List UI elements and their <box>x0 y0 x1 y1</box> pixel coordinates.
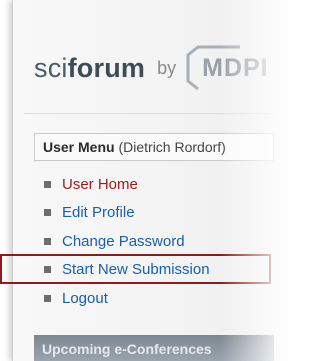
menu-item-label: Change Password <box>62 232 185 250</box>
bullet-icon <box>44 237 51 245</box>
logo-row: sciforum by MDPI <box>34 38 269 98</box>
divider <box>24 113 274 114</box>
user-name: (Dietrich Rordorf) <box>118 139 226 155</box>
menu-item-label: Start New Submission <box>62 261 210 279</box>
menu-item-label: User Home <box>62 175 138 193</box>
user-menu-list: User Home Edit Profile Change Password S… <box>44 170 210 313</box>
bullet-icon <box>44 266 51 274</box>
menu-item-edit-profile[interactable]: Edit Profile <box>44 199 210 228</box>
logo-forum: forum <box>67 52 146 83</box>
mdpi-text: MDPI <box>202 53 269 82</box>
bullet-icon <box>44 294 51 302</box>
by-label: by <box>157 57 177 78</box>
menu-item-change-password[interactable]: Change Password <box>44 227 210 256</box>
bullet-icon <box>44 209 51 217</box>
sciforum-logo[interactable]: sciforum <box>34 53 145 84</box>
menu-item-label: Edit Profile <box>62 204 135 222</box>
menu-item-label: Logout <box>62 289 108 307</box>
upcoming-conferences-header[interactable]: Upcoming e-Conferences <box>34 335 274 361</box>
menu-item-start-new-submission[interactable]: Start New Submission <box>44 256 210 285</box>
user-menu-header: User Menu (Dietrich Rordorf) <box>34 133 274 161</box>
mdpi-logo[interactable]: MDPI <box>186 45 269 91</box>
user-menu-title: User Menu <box>43 139 115 155</box>
logo-sci: sci <box>34 52 68 83</box>
menu-item-logout[interactable]: Logout <box>44 284 210 313</box>
menu-item-user-home[interactable]: User Home <box>44 170 210 199</box>
bullet-icon <box>44 180 51 188</box>
